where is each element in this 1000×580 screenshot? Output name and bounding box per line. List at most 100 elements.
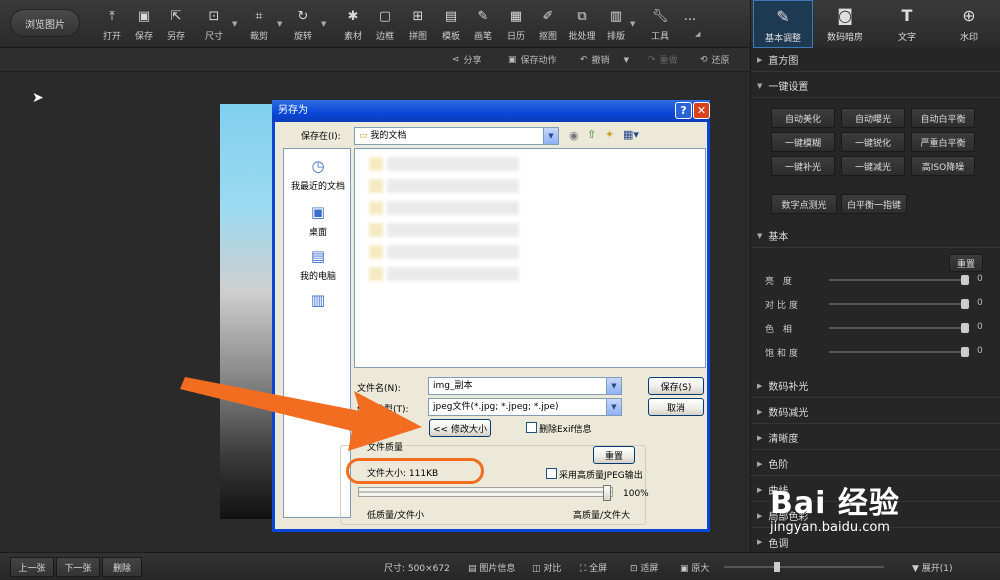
collapse-icon[interactable]: ◢ [695, 30, 700, 38]
share-button[interactable]: ⋖ 分享 [452, 53, 482, 67]
place-network[interactable]: ▥ [284, 289, 352, 313]
saturation-slider[interactable]: 饱和度 0 [761, 344, 991, 360]
layout-button[interactable]: ▥ 排版 [600, 6, 632, 43]
save-action-button[interactable]: ▣ 保存动作 [508, 53, 557, 67]
quality-slider[interactable] [358, 485, 613, 501]
section-clarity[interactable]: ▶ 清晰度 [751, 426, 1000, 450]
collage-button[interactable]: ⊞ 拼图 [402, 6, 434, 43]
quality-slider-thumb[interactable] [603, 485, 611, 501]
previous-image-button[interactable]: 上一张 [10, 557, 54, 577]
crop-button[interactable]: ⌗ 裁剪 [243, 6, 275, 43]
filetype-select[interactable]: jpeg文件(*.jpg; *.jpeg; *.jpe) ▼ [428, 398, 622, 416]
brush-button[interactable]: ✎ 画笔 [467, 6, 499, 43]
section-basic[interactable]: ▼ 基本 [751, 224, 1000, 248]
resize-dropdown-icon[interactable]: ▼ [232, 20, 237, 28]
high-iso-denoise-button[interactable]: 高ISO降噪 [911, 156, 975, 176]
white-balance-picker-button[interactable]: 白平衡一指键 [841, 194, 907, 214]
list-item[interactable] [369, 157, 519, 171]
slider-knob[interactable] [961, 323, 969, 333]
close-button[interactable]: ✕ [693, 102, 710, 119]
expand-button[interactable]: ▼ 展开(1) [912, 561, 953, 574]
open-button[interactable]: ⤒ 打开 [96, 6, 128, 43]
back-icon[interactable]: ◉ [569, 129, 579, 142]
save-as-button[interactable]: ⇱ 另存 [160, 6, 192, 43]
image-info-button[interactable]: ▤ 图片信息 [468, 561, 515, 574]
place-desktop[interactable]: ▣ 桌面 [284, 201, 352, 238]
zoom-slider[interactable] [724, 562, 884, 572]
redo-button[interactable]: ↷ 重做 [648, 53, 678, 67]
contrast-slider[interactable]: 对比度 0 [761, 296, 991, 312]
border-button[interactable]: ▢ 边框 [369, 6, 401, 43]
auto-white-balance-button[interactable]: 自动白平衡 [911, 108, 975, 128]
digital-metering-button[interactable]: 数字点测光 [771, 194, 837, 214]
crop-dropdown-icon[interactable]: ▼ [277, 20, 282, 28]
cutout-button[interactable]: ✐ 抠图 [532, 6, 564, 43]
original-size-button[interactable]: ▣ 原大 [680, 561, 709, 574]
fit-screen-button[interactable]: ⊡ 适屏 [630, 561, 658, 574]
rotate-button[interactable]: ↻ 旋转 [287, 6, 319, 43]
list-item[interactable] [369, 267, 519, 281]
section-one-click[interactable]: ▼ 一键设置 [751, 74, 1000, 98]
compare-icon: ◫ [532, 564, 544, 574]
place-my-computer[interactable]: ▤ 我的电脑 [284, 245, 352, 282]
tab-text[interactable]: T 文字 [877, 0, 937, 48]
section-reduce-light[interactable]: ▶ 数码减光 [751, 400, 1000, 424]
list-item[interactable] [369, 179, 519, 193]
filename-input[interactable]: img_副本 ▼ [428, 377, 622, 395]
slider-knob[interactable] [961, 275, 969, 285]
up-folder-icon[interactable]: ⇧ [587, 128, 596, 141]
tab-watermark[interactable]: ⊕ 水印 [939, 0, 999, 48]
remove-exif-checkbox[interactable] [526, 422, 537, 433]
new-folder-icon[interactable]: ✦ [605, 128, 614, 141]
undo-button[interactable]: ↶ 撤销 ▼ [580, 53, 629, 67]
hue-slider[interactable]: 色 相0 [761, 320, 991, 336]
tab-digital-darkroom[interactable]: ◙ 数码暗房 [815, 0, 875, 48]
resize-button[interactable]: ⊡ 尺寸 [198, 6, 230, 43]
undo-dropdown-icon[interactable]: ▼ [624, 56, 629, 64]
one-click-fill-light-button[interactable]: 一键补光 [771, 156, 835, 176]
save-dialog-button[interactable]: 保存(S) [648, 377, 704, 395]
fullscreen-button[interactable]: ⛶ 全屏 [580, 561, 607, 574]
calendar-button[interactable]: ▦ 日历 [500, 6, 532, 43]
severe-white-balance-button[interactable]: 严重白平衡 [911, 132, 975, 152]
section-levels[interactable]: ▶ 色阶 [751, 452, 1000, 476]
reset-quality-button[interactable]: 重置 [593, 446, 635, 464]
material-button[interactable]: ✱ 素材 [337, 6, 369, 43]
one-click-reduce-light-button[interactable]: 一键减光 [841, 156, 905, 176]
place-recent[interactable]: ◷ 我最近的文档 [284, 155, 352, 192]
one-click-blur-button[interactable]: 一键模糊 [771, 132, 835, 152]
zoom-slider-thumb[interactable] [774, 562, 780, 572]
delete-image-button[interactable]: 删除 [102, 557, 142, 577]
auto-exposure-button[interactable]: 自动曝光 [841, 108, 905, 128]
list-item[interactable] [369, 245, 519, 259]
auto-beautify-button[interactable]: 自动美化 [771, 108, 835, 128]
view-menu-icon[interactable]: ▦▾ [623, 128, 639, 141]
tools-button[interactable]: 🔧︎ 工具 [644, 6, 676, 43]
file-list[interactable] [354, 148, 706, 368]
batch-button[interactable]: ⧉ 批处理 [566, 6, 598, 43]
tab-basic-adjust[interactable]: ✎ 基本调整 [753, 0, 813, 48]
restore-button[interactable]: ⟲ 还原 [700, 53, 730, 67]
save-in-select[interactable]: ▭ 我的文档 ▼ [354, 127, 559, 145]
rotate-dropdown-icon[interactable]: ▼ [321, 20, 326, 28]
basic-reset-button[interactable]: 重置 [949, 254, 983, 272]
brightness-slider[interactable]: 亮 度0 [761, 272, 991, 288]
save-button[interactable]: ▣ 保存 [128, 6, 160, 43]
quality-slider-fill [359, 491, 612, 493]
layout-dropdown-icon[interactable]: ▼ [630, 20, 635, 28]
slider-knob[interactable] [961, 299, 969, 309]
browse-pictures-button[interactable]: 浏览图片 [10, 9, 80, 37]
slider-knob[interactable] [961, 347, 969, 357]
help-button[interactable]: ? [675, 102, 692, 119]
section-histogram[interactable]: ▶ 直方图 [751, 48, 1000, 72]
cancel-dialog-button[interactable]: 取消 [648, 398, 704, 416]
compare-button[interactable]: ◫ 对比 [532, 561, 561, 574]
list-item[interactable] [369, 201, 519, 215]
one-click-sharpen-button[interactable]: 一键锐化 [841, 132, 905, 152]
more-button[interactable]: ... [674, 6, 706, 42]
section-fill-light[interactable]: ▶ 数码补光 [751, 374, 1000, 398]
template-button[interactable]: ▤ 模板 [435, 6, 467, 43]
list-item[interactable] [369, 223, 519, 237]
high-quality-jpeg-checkbox[interactable] [546, 468, 557, 479]
next-image-button[interactable]: 下一张 [56, 557, 100, 577]
